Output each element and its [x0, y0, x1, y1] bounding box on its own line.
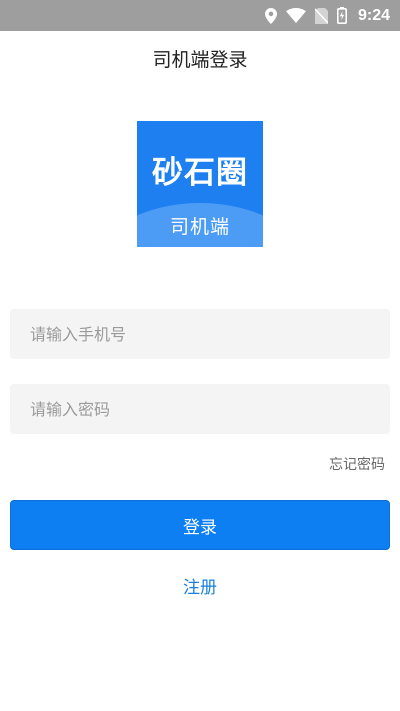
status-icons: 9:24 — [264, 6, 390, 25]
page-title: 司机端登录 — [152, 48, 248, 71]
location-icon — [264, 7, 277, 24]
status-bar: 9:24 — [0, 0, 400, 31]
battery-charging-icon — [336, 7, 347, 24]
password-input[interactable] — [10, 384, 390, 434]
no-sim-icon — [314, 7, 328, 24]
login-screen: 9:24 司机端登录 砂石圈 司机端 忘记密码 登录 注册 — [0, 0, 400, 711]
wifi-icon — [285, 8, 306, 23]
logo-sub-text: 司机端 — [169, 216, 230, 238]
logo-main-text: 砂石圈 — [152, 155, 248, 191]
app-logo: 砂石圈 司机端 — [137, 121, 263, 247]
forgot-password-link[interactable]: 忘记密码 — [329, 454, 385, 474]
register-link[interactable]: 注册 — [0, 573, 400, 598]
status-time: 9:24 — [357, 6, 390, 24]
phone-input[interactable] — [10, 309, 390, 359]
login-button[interactable]: 登录 — [10, 500, 390, 550]
